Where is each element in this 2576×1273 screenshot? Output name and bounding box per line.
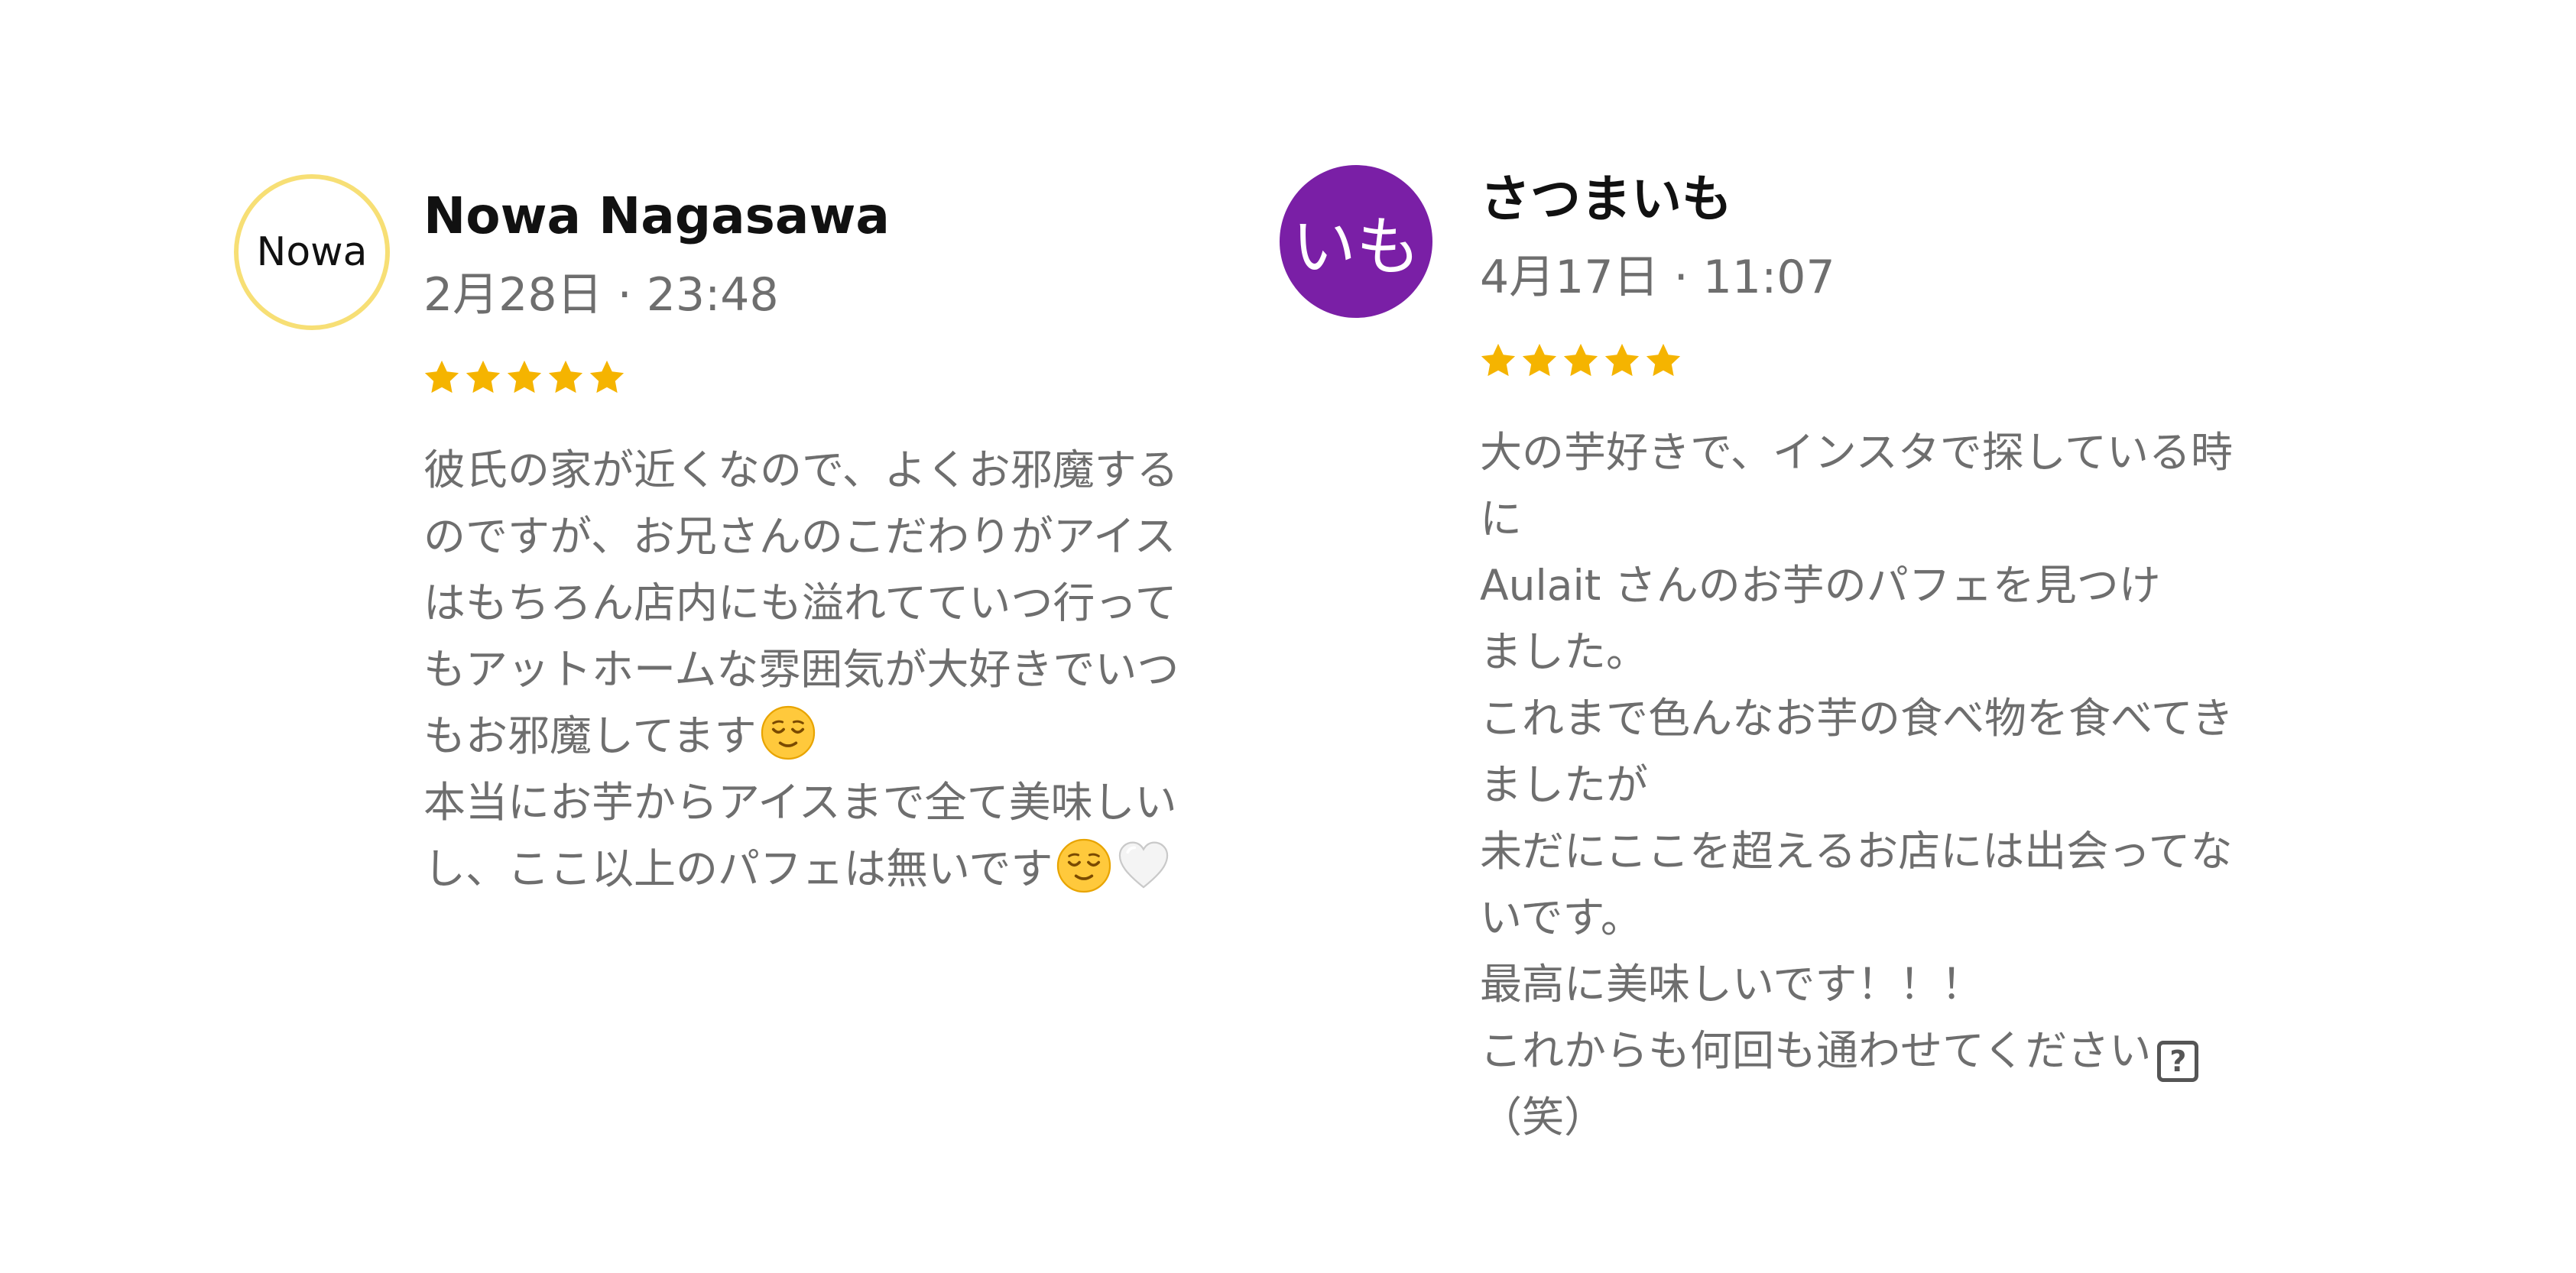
star-icon — [1478, 341, 1518, 381]
review-text-line: 最高に美味しいです！！！ — [1480, 960, 1984, 1009]
review-text-line: いです。 — [1480, 893, 1643, 942]
relieved-face-icon — [1056, 837, 1112, 913]
review-text-line: もアットホームな雰囲気が大好きでいつ — [423, 645, 1179, 694]
avatar[interactable]: Nowa — [234, 174, 390, 330]
review-text-segment: これからも何回も通わせてください — [1480, 1026, 2152, 1075]
star-rating — [422, 358, 627, 397]
review-date: 4月17日 · 11:07 — [1480, 251, 1835, 304]
review-text-line: 大の芋好きで、インスタで探している時 — [1480, 428, 2234, 477]
review-text-line: Aulait さんのお芋のパフェを見つけ — [1480, 561, 2161, 610]
review-text-line: これからも何回も通わせてください? — [1480, 1018, 2234, 1084]
star-rating — [1478, 341, 1683, 381]
review-text-line: これまで色んなお芋の食べ物を食べてき — [1480, 694, 2234, 743]
review-text-line: 本当にお芋からアイスまで全て美味しい — [423, 778, 1177, 827]
review-text-line: もお邪魔してます — [423, 703, 1179, 769]
reviewer-name[interactable]: さつまいも — [1480, 174, 1732, 225]
star-icon — [422, 358, 462, 397]
missing-glyph-icon: ? — [2157, 1041, 2199, 1082]
review-date: 2月28日 · 23:48 — [423, 268, 779, 322]
review-text: 彼氏の家が近くなので、よくお邪魔する のですが、お兄さんのこだわりがアイス はも… — [423, 437, 1179, 902]
review-text-line: のですが、お兄さんのこだわりがアイス — [423, 512, 1176, 561]
review-text-line: ました。 — [1480, 627, 1649, 676]
review-text-line: はもちろん店内にも溢れてていつ行って — [423, 578, 1177, 627]
star-icon — [1602, 341, 1642, 381]
review-text-line: ましたが — [1480, 760, 1649, 809]
review-text-line: し、ここ以上のパフェは無いです — [423, 836, 1179, 902]
review-text-line: 未だにここを超えるお店には出会ってな — [1480, 827, 2233, 876]
star-icon — [1561, 341, 1601, 381]
avatar-label: いも — [1291, 209, 1420, 284]
star-icon — [546, 358, 586, 397]
avatar[interactable]: いも — [1280, 165, 1432, 318]
star-icon — [463, 358, 503, 397]
white-heart-icon — [1115, 837, 1172, 913]
reviewer-name[interactable]: Nowa Nagasawa — [423, 191, 890, 241]
review-text-line: 彼氏の家が近くなので、よくお邪魔する — [423, 445, 1179, 494]
star-icon — [504, 358, 544, 397]
review-text: 大の芋好きで、インスタで探している時 に Aulait さんのお芋のパフェを見つ… — [1480, 419, 2234, 1151]
star-icon — [1520, 341, 1559, 381]
review-text-segment: もお邪魔してます — [423, 711, 757, 760]
avatar-label: Nowa — [256, 229, 368, 275]
star-icon — [587, 358, 627, 397]
review-text-segment: し、ここ以上のパフェは無いです — [423, 844, 1053, 893]
star-icon — [1643, 341, 1683, 381]
review-text-line: に — [1480, 494, 1523, 543]
review-text-line: （笑） — [1480, 1093, 1607, 1142]
